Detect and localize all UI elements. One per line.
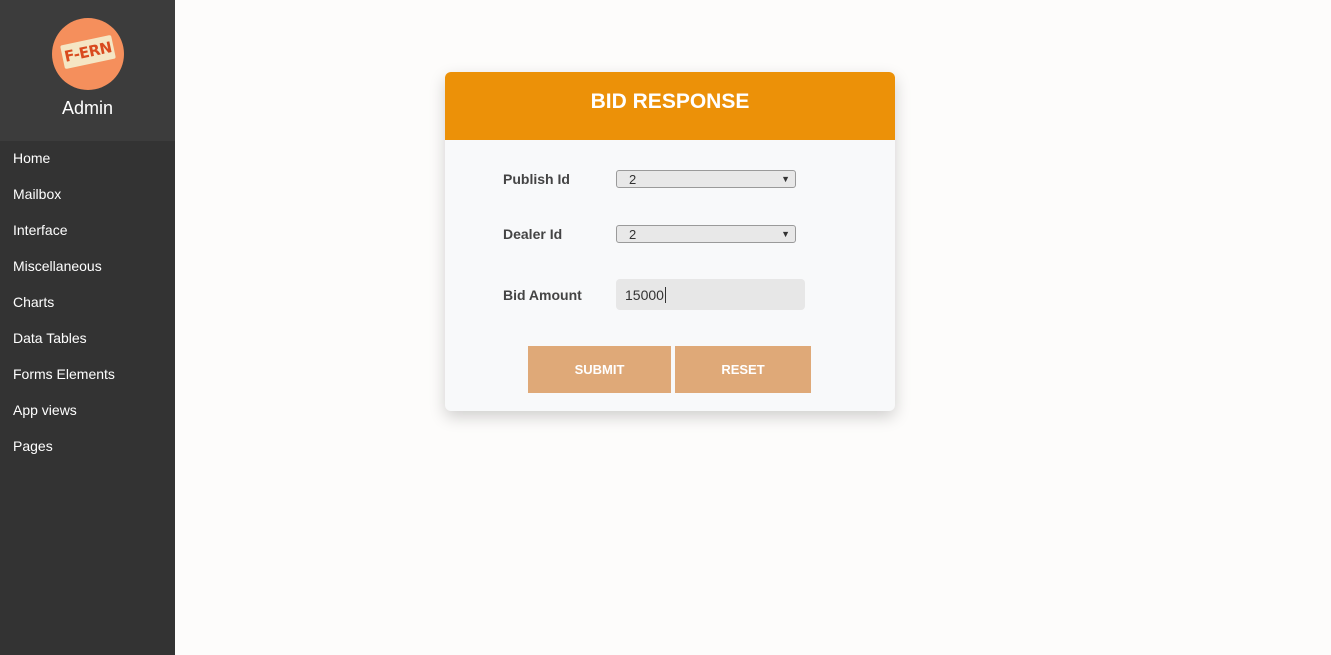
publish-id-value: 2 — [629, 171, 637, 187]
bid-amount-label: Bid Amount — [503, 286, 582, 303]
text-caret — [664, 286, 666, 303]
dealer-id-value: 2 — [629, 226, 637, 242]
bid-response-card: BID RESPONSE Publish Id 2 ▼ Dealer Id 2 … — [445, 72, 895, 411]
sidebar-nav: Home Mailbox Interface Miscellaneous Cha… — [0, 141, 175, 465]
sidebar-item-app-views[interactable]: App views — [0, 393, 175, 429]
bid-amount-value: 15000 — [625, 286, 664, 303]
logo-text: F-ERN — [62, 38, 113, 66]
page-title: BID RESPONSE — [590, 90, 750, 113]
card-header: BID RESPONSE — [445, 72, 895, 140]
dropdown-arrow-icon: ▼ — [781, 174, 790, 184]
dropdown-arrow-icon: ▼ — [781, 229, 790, 239]
sidebar-item-home[interactable]: Home — [0, 141, 175, 177]
profile-section: F-ERN Admin — [0, 0, 175, 141]
publish-id-select[interactable]: 2 ▼ — [616, 170, 796, 188]
publish-id-row: Publish Id 2 ▼ — [503, 170, 796, 188]
profile-name: Admin — [61, 98, 114, 118]
fern-logo[interactable]: F-ERN — [51, 18, 124, 90]
reset-button[interactable]: RESET — [675, 346, 811, 393]
logo-card: F-ERN — [59, 34, 116, 70]
dealer-id-label: Dealer Id — [503, 226, 563, 242]
sidebar: F-ERN Admin Home Mailbox Interface Misce… — [0, 0, 175, 655]
sidebar-item-pages[interactable]: Pages — [0, 429, 175, 465]
submit-button[interactable]: SUBMIT — [528, 346, 671, 393]
sidebar-item-miscellaneous[interactable]: Miscellaneous — [0, 249, 175, 285]
bid-amount-row: Bid Amount 15000 — [503, 279, 805, 310]
dealer-id-row: Dealer Id 2 ▼ — [503, 225, 796, 243]
dealer-id-select[interactable]: 2 ▼ — [616, 225, 796, 243]
sidebar-item-forms-elements[interactable]: Forms Elements — [0, 357, 175, 393]
sidebar-item-charts[interactable]: Charts — [0, 285, 175, 321]
sidebar-item-data-tables[interactable]: Data Tables — [0, 321, 175, 357]
sidebar-item-interface[interactable]: Interface — [0, 213, 175, 249]
sidebar-item-mailbox[interactable]: Mailbox — [0, 177, 175, 213]
publish-id-label: Publish Id — [503, 171, 570, 187]
bid-amount-input[interactable]: 15000 — [616, 279, 805, 310]
